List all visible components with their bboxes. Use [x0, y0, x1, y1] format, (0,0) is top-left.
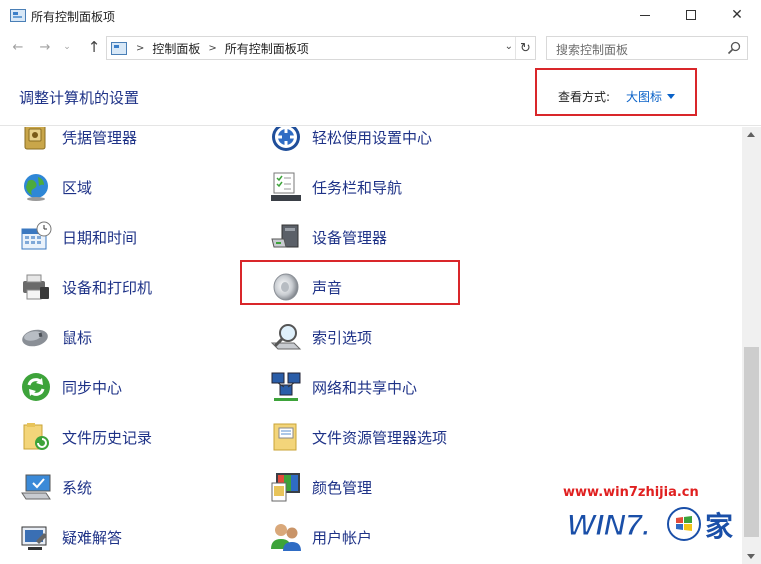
- item-label: 文件历史记录: [62, 428, 153, 447]
- title-bar: 所有控制面板项 ✕: [0, 0, 761, 32]
- address-dropdown-icon[interactable]: ⌄: [505, 41, 513, 52]
- page-title: 调整计算机的设置: [19, 89, 140, 107]
- watermark-logo-text: WIN7.: [567, 509, 650, 542]
- arrow-left-icon: ←: [12, 39, 24, 55]
- item-network-sharing[interactable]: 网络和共享中心: [270, 369, 417, 405]
- refresh-button[interactable]: ↻: [515, 37, 535, 59]
- globe-clock-icon: [24, 174, 48, 201]
- item-credential-manager[interactable]: 凭据管理器: [20, 127, 137, 155]
- sync-icon: [22, 373, 50, 401]
- item-label: 颜色管理: [312, 478, 373, 497]
- item-label: 任务栏和导航: [312, 178, 403, 197]
- item-troubleshooting[interactable]: 疑难解答: [20, 519, 122, 555]
- item-region[interactable]: 区域: [20, 169, 92, 205]
- address-bar[interactable]: > 控制面板 > 所有控制面板项 ⌄ ↻: [106, 36, 536, 60]
- highlight-box-view-by: [535, 68, 697, 116]
- scroll-down-icon[interactable]: [747, 554, 755, 559]
- control-panel-icon: [111, 41, 127, 55]
- item-user-accounts[interactable]: 用户帐户: [270, 519, 372, 555]
- search-icon: [727, 41, 741, 55]
- item-label: 网络和共享中心: [312, 378, 418, 397]
- window-title: 所有控制面板项: [31, 10, 116, 24]
- highlight-box-sound: [240, 260, 460, 305]
- watermark-url: www.win7zhijia.cn: [563, 485, 699, 500]
- file-history-icon: [23, 423, 49, 450]
- minimize-button[interactable]: [622, 0, 668, 30]
- arrow-up-icon: ↑: [87, 38, 101, 56]
- maximize-icon: [686, 10, 696, 20]
- printer-icon: [23, 274, 49, 300]
- chevron-right-icon[interactable]: >: [136, 43, 144, 54]
- network-icon: [271, 372, 301, 401]
- item-taskbar-navigation[interactable]: 任务栏和导航: [270, 169, 402, 205]
- device-manager-icon: [271, 224, 299, 248]
- ease-of-access-icon: [272, 127, 300, 151]
- item-color-management[interactable]: 颜色管理: [270, 469, 372, 505]
- search-placeholder: 搜索控制面板: [556, 43, 629, 57]
- item-ease-of-access[interactable]: 轻松使用设置中心: [270, 127, 432, 155]
- item-label: 日期和时间: [62, 228, 138, 247]
- item-label: 疑难解答: [62, 528, 123, 547]
- watermark-logo-suffix: 家: [705, 510, 733, 543]
- monitor-check-icon: [21, 474, 51, 500]
- item-mouse[interactable]: 鼠标: [20, 319, 92, 355]
- item-device-manager[interactable]: 设备管理器: [270, 219, 387, 255]
- color-management-icon: [271, 473, 300, 502]
- navigation-bar: ← → ⌄ ↑ > 控制面板 > 所有控制面板项 ⌄ ↻ 搜索控制面板: [0, 32, 761, 62]
- scroll-thumb[interactable]: [744, 347, 759, 537]
- item-devices-printers[interactable]: 设备和打印机: [20, 269, 152, 305]
- windows-flag-icon: [667, 507, 701, 541]
- up-button[interactable]: ↑: [84, 37, 104, 57]
- credential-manager-icon: [24, 127, 46, 150]
- close-icon: ✕: [731, 7, 743, 23]
- item-label: 系统: [62, 478, 93, 497]
- item-label: 索引选项: [312, 328, 373, 347]
- item-date-time[interactable]: 日期和时间: [20, 219, 137, 255]
- item-file-history[interactable]: 文件历史记录: [20, 419, 152, 455]
- folder-options-icon: [273, 423, 297, 451]
- item-label: 文件资源管理器选项: [312, 428, 448, 447]
- maximize-button[interactable]: [668, 0, 714, 30]
- taskbar-icon: [271, 172, 301, 201]
- minimize-icon: [640, 14, 650, 16]
- breadcrumb-control-panel[interactable]: 控制面板: [152, 40, 200, 57]
- forward-button[interactable]: →: [35, 37, 55, 57]
- item-label: 区域: [62, 178, 93, 197]
- item-file-explorer-options[interactable]: 文件资源管理器选项: [270, 419, 447, 455]
- mouse-icon: [22, 329, 48, 347]
- item-indexing-options[interactable]: 索引选项: [270, 319, 372, 355]
- arrow-right-icon: →: [39, 39, 51, 55]
- chevron-right-icon[interactable]: >: [208, 43, 216, 54]
- breadcrumb-all-items[interactable]: 所有控制面板项: [225, 40, 309, 57]
- item-label: 设备管理器: [312, 228, 388, 247]
- watermark-logo: WIN7. 家: [567, 507, 733, 543]
- control-panel-icon: [10, 9, 26, 22]
- back-button[interactable]: ←: [8, 37, 28, 57]
- item-system[interactable]: 系统: [20, 469, 92, 505]
- chevron-down-icon: ⌄: [63, 42, 71, 52]
- item-label: 凭据管理器: [62, 128, 138, 147]
- close-button[interactable]: ✕: [714, 0, 760, 30]
- users-icon: [271, 524, 301, 551]
- item-label: 同步中心: [62, 378, 123, 397]
- indexing-icon: [270, 324, 302, 350]
- item-label: 设备和打印机: [62, 278, 153, 297]
- item-label: 轻松使用设置中心: [312, 128, 433, 147]
- scroll-up-icon[interactable]: [747, 132, 755, 137]
- vertical-scrollbar[interactable]: [742, 127, 761, 564]
- search-input[interactable]: 搜索控制面板: [546, 36, 748, 60]
- item-label: 用户帐户: [312, 528, 373, 547]
- recent-locations-button[interactable]: ⌄: [60, 37, 74, 57]
- troubleshooting-icon: [21, 526, 47, 550]
- calendar-clock-icon: [21, 221, 52, 250]
- item-label: 鼠标: [62, 328, 93, 347]
- refresh-icon: ↻: [520, 40, 531, 56]
- item-sync-center[interactable]: 同步中心: [20, 369, 122, 405]
